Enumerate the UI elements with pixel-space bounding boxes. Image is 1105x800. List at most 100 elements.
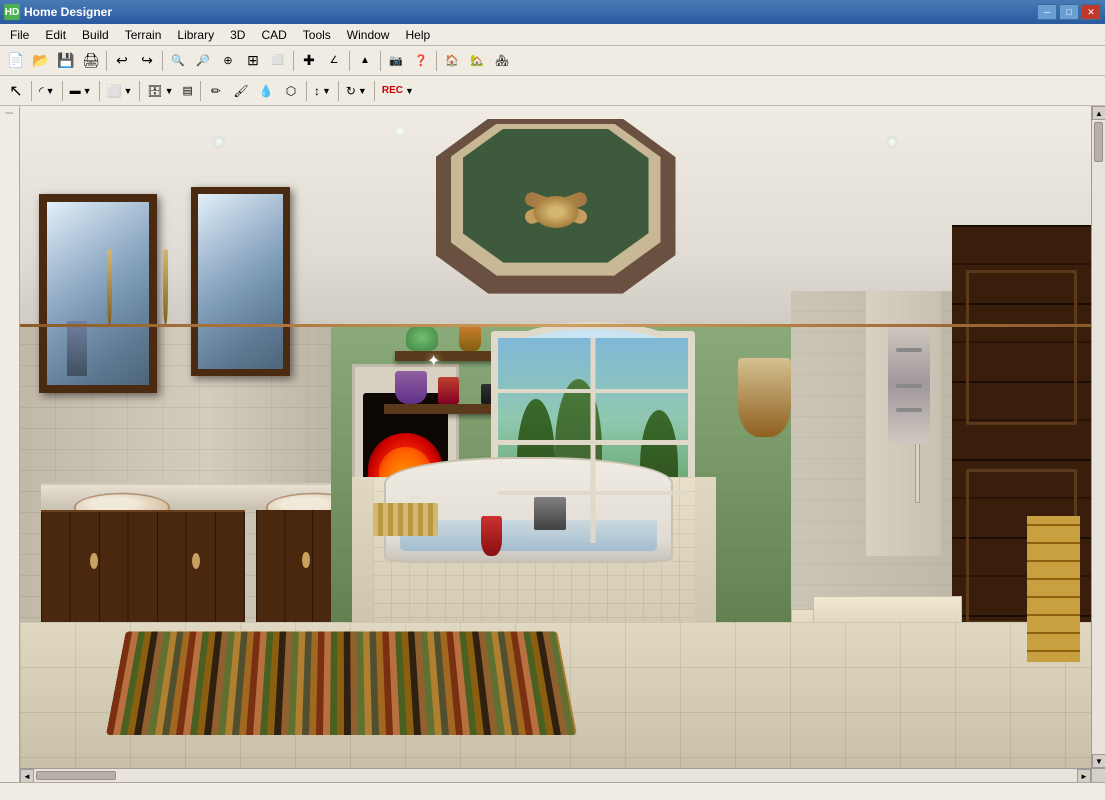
scroll-track-v[interactable] [1092,120,1105,754]
menu-help[interactable]: Help [397,24,438,45]
app-icon: HD [4,4,20,20]
window-controls: ─ □ ✕ [1037,4,1101,20]
menu-3d[interactable]: 3D [222,24,253,45]
help-button[interactable]: ❓ [409,49,433,73]
sconce-right [738,358,792,437]
rug [106,631,577,735]
stairs-tool[interactable]: ▤ [179,79,197,103]
shelf-item-vase-2 [459,324,480,350]
print-button[interactable]: 🖨 [79,49,103,73]
open-button[interactable]: 📂 [29,49,53,73]
cabinet-tool[interactable]: 🗄▼ [143,79,177,103]
scroll-track-h[interactable] [34,769,1077,782]
workspace: | [0,106,1105,782]
menu-library[interactable]: Library [169,24,222,45]
canvas-area[interactable]: ✦ [20,106,1105,782]
star-decoration: ✦ [427,351,440,371]
separator-1 [106,51,107,71]
rotate-tool[interactable]: ↻▼ [342,79,371,103]
menu-terrain[interactable]: Terrain [117,24,170,45]
angle-button[interactable]: ∠ [322,49,346,73]
scroll-down-arrow[interactable]: ▼ [1092,754,1105,768]
menu-cad[interactable]: CAD [253,24,294,45]
sep-t7 [338,81,339,101]
vase-red [481,516,502,556]
status-bar [0,782,1105,800]
ceiling-light-2 [886,136,898,148]
cabinet-handle-1 [90,553,98,569]
sconce-1 [163,249,168,325]
window-mullion-h3 [498,491,687,495]
separator-2 [162,51,163,71]
rug-pattern [106,631,577,735]
horizontal-scrollbar[interactable]: ◄ ► [20,768,1091,782]
menu-bar: File Edit Build Terrain Library 3D CAD T… [0,24,1105,46]
render-view[interactable]: ✦ [20,106,1091,768]
undo-button[interactable]: ↩ [110,49,134,73]
mirror-right-reflection [198,194,283,369]
scroll-up-arrow[interactable]: ▲ [1092,106,1105,120]
house-button[interactable]: 🏠 [440,49,464,73]
camera-button[interactable]: 📷 [384,49,408,73]
bath-water [400,520,657,551]
menu-window[interactable]: Window [339,24,398,45]
scroll-thumb-v[interactable] [1094,122,1103,162]
house3d-button[interactable]: 🏘 [490,49,514,73]
scroll-right-arrow[interactable]: ► [1077,769,1091,782]
toolbar-2: ↖ ◜▼ ▬▼ ⬜▼ 🗄▼ ▤ ✏ 🖌 💧 ⬡ ↕▼ ↻▼ REC▼ [0,76,1105,106]
sep-t5 [200,81,201,101]
scroll-thumb-h[interactable] [36,771,116,780]
vertical-scrollbar[interactable]: ▲ ▼ [1091,106,1105,768]
up-arrow-button[interactable]: ▲ [353,49,377,73]
arc-tool[interactable]: ◜▼ [35,79,59,103]
shelf-item-decor [438,377,459,403]
new-button[interactable]: 📄 [4,49,28,73]
maximize-button[interactable]: □ [1059,4,1079,20]
towels [373,503,437,536]
menu-file[interactable]: File [2,24,37,45]
cabinet-handle-3 [302,552,310,569]
zoom-region-button[interactable]: ⊕ [216,49,240,73]
menu-edit[interactable]: Edit [37,24,74,45]
house2-button[interactable]: 🏡 [465,49,489,73]
pencil-tool[interactable]: ✏ [204,79,228,103]
save-button[interactable]: 💾 [54,49,78,73]
paint-tool[interactable]: 🖌 [229,79,253,103]
window-title: Home Designer [24,5,1037,19]
sconce-2 [107,249,112,325]
ceiling-light-1 [213,136,225,148]
record-tool[interactable]: REC▼ [378,79,418,103]
shower-fixture [888,324,931,443]
mirror-reflection-item [67,321,87,376]
wall-tool[interactable]: ▬▼ [66,79,96,103]
close-button[interactable]: ✕ [1081,4,1101,20]
fit-page-button[interactable]: ⊞ [241,49,265,73]
redo-button[interactable]: ↪ [135,49,159,73]
spray-tool[interactable]: 💧 [254,79,278,103]
mirror-right [191,187,290,376]
sep-t2 [62,81,63,101]
separator-6 [436,51,437,71]
minimize-button[interactable]: ─ [1037,4,1057,20]
menu-build[interactable]: Build [74,24,117,45]
zoom-out-button[interactable]: 🔍 [166,49,190,73]
ceiling-light-3 [395,126,405,136]
move-tool[interactable]: ↕▼ [310,79,335,103]
select-tool[interactable]: ↖ [4,79,28,103]
room-tool[interactable]: ⬜▼ [103,79,137,103]
separator-5 [380,51,381,71]
ruler-label: | [5,112,14,114]
menu-tools[interactable]: Tools [295,24,339,45]
sep-t6 [306,81,307,101]
door-panel-1 [966,270,1077,425]
scroll-left-arrow[interactable]: ◄ [20,769,34,782]
ceiling-fan [491,181,621,251]
wall-trim-top [20,324,1091,327]
zoom-in-button[interactable]: 🔎 [191,49,215,73]
pan-button[interactable]: ✚ [297,49,321,73]
material-tool[interactable]: ⬡ [279,79,303,103]
fit-width-button[interactable]: ⬜ [266,49,290,73]
separator-4 [349,51,350,71]
toolbar-1: 📄 📂 💾 🖨 ↩ ↪ 🔍 🔎 ⊕ ⊞ ⬜ ✚ ∠ ▲ 📷 ❓ 🏠 🏡 🏘 [0,46,1105,76]
sep-t1 [31,81,32,101]
